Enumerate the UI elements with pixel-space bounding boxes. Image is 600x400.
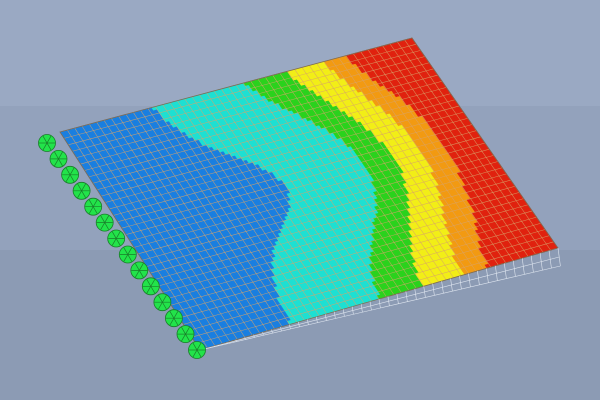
fea-graphics-viewport[interactable] xyxy=(0,0,600,400)
contour-plot-canvas[interactable] xyxy=(0,0,600,400)
